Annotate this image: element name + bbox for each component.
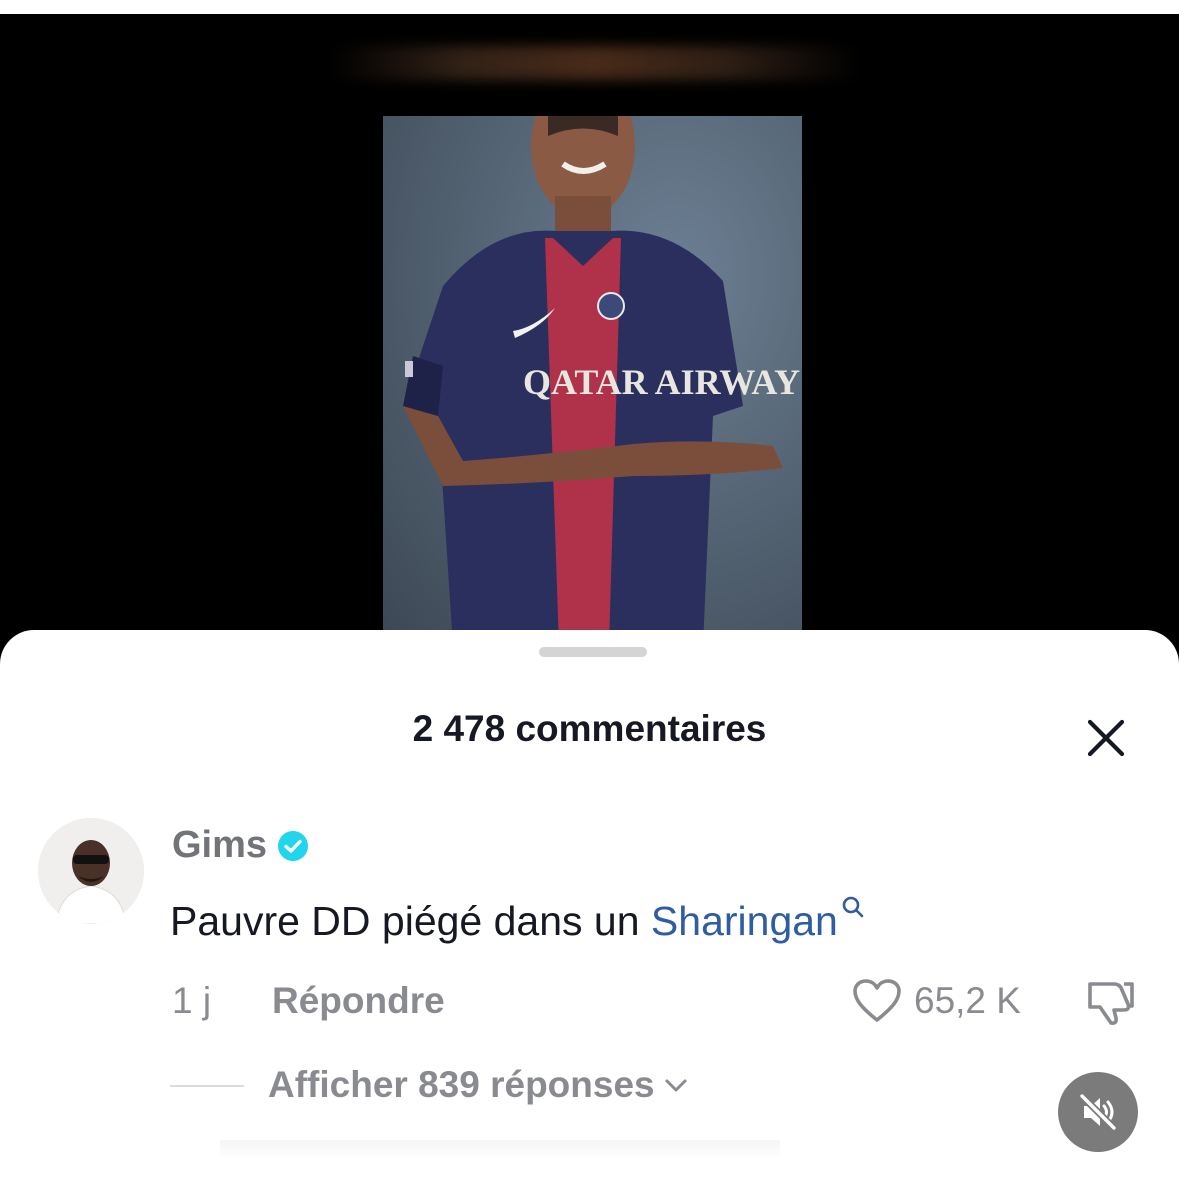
show-replies-button[interactable]: Afficher 839 réponses	[268, 1064, 689, 1106]
comment-text: Pauvre DD piégé dans un Sharingan	[170, 896, 866, 945]
close-icon	[1087, 719, 1125, 757]
avatar[interactable]	[38, 818, 144, 924]
club-crest	[597, 292, 625, 320]
close-button[interactable]	[1080, 712, 1132, 764]
drag-handle[interactable]	[539, 647, 647, 657]
chevron-down-icon	[665, 1079, 687, 1092]
comments-sheet: 2 478 commentaires Gims Pauvre DD piégé …	[0, 630, 1179, 1188]
show-replies-label: Afficher 839 réponses	[268, 1064, 655, 1105]
bottom-shadow	[220, 1140, 780, 1160]
replies-divider	[170, 1085, 244, 1087]
video-illustration: QATAR AIRWAYS	[403, 116, 802, 646]
username-text: Gims	[172, 824, 268, 866]
comment-text-prefix: Pauvre DD piégé dans un	[170, 898, 651, 944]
search-link-word[interactable]: Sharingan	[651, 898, 838, 944]
video-frame: QATAR AIRWAYS	[383, 116, 802, 646]
avatar-image	[38, 818, 144, 924]
speaker-muted-icon	[1078, 1092, 1118, 1132]
like-count: 65,2 K	[914, 980, 1021, 1021]
like-button[interactable]: 65,2 K	[852, 978, 1021, 1024]
top-blur	[330, 46, 860, 80]
mute-button[interactable]	[1058, 1072, 1138, 1152]
sleeve-badge	[405, 361, 413, 377]
verified-badge-icon	[278, 830, 309, 861]
heart-icon	[853, 979, 901, 1022]
dislike-button[interactable]	[1084, 976, 1138, 1031]
comment-time: 1 j	[172, 980, 212, 1021]
search-icon[interactable]	[840, 894, 866, 920]
reply-button[interactable]: Répondre	[272, 980, 445, 1022]
video-player[interactable]: QATAR AIRWAYS	[0, 14, 1179, 674]
sponsor-text: QATAR AIRWAYS	[523, 362, 802, 402]
comments-title: 2 478 commentaires	[412, 708, 767, 749]
thumbs-down-icon	[1088, 982, 1134, 1025]
comment-author[interactable]: Gims	[172, 824, 309, 867]
